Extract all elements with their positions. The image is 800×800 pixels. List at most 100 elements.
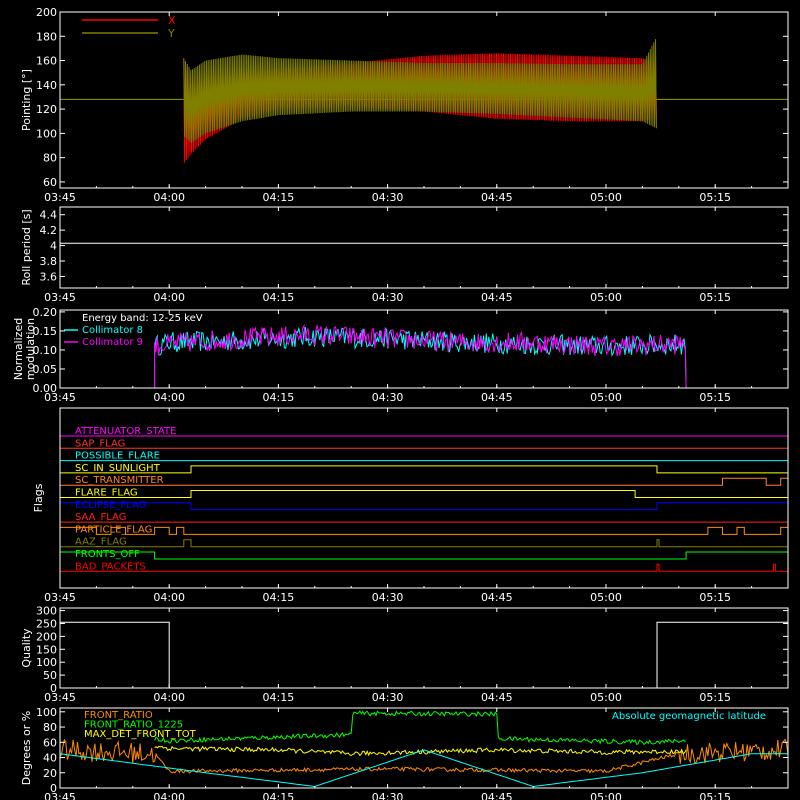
quality-ytick-label: 0 xyxy=(50,682,57,695)
pointing-series-y xyxy=(183,39,657,143)
roll-xtick-label: 05:00 xyxy=(590,291,622,304)
pointing-ytick-label: 140 xyxy=(36,79,57,92)
rates-ylabel: Degrees or % xyxy=(20,711,33,785)
rates-xtick-label: 03:45 xyxy=(44,791,76,800)
modulation-ylabel: Normalizedmodulation xyxy=(12,318,37,380)
flag-line-sc-in-sunlight xyxy=(60,465,788,474)
pointing-ytick-label: 80 xyxy=(43,152,57,165)
flag-label-attenuator-state: ATTENUATOR_STATE xyxy=(75,426,176,437)
pointing-ytick-label: 120 xyxy=(36,103,57,116)
flag-line-sc-transmitter xyxy=(60,477,789,486)
modulation-energy-band-label: Energy band: 12-25 keV xyxy=(82,313,203,324)
rates-xtick-label: 04:45 xyxy=(481,791,513,800)
roll-xtick-label: 05:15 xyxy=(699,291,731,304)
chart-stage: X Y 03:45 04:00 04:15 04:30 04:45 05:00 05:15 60 8… xyxy=(0,0,800,800)
flags-xtick-label: 03:45 xyxy=(44,591,76,604)
roll-xtick-label: 04:45 xyxy=(481,291,513,304)
pointing-ytick-label: 60 xyxy=(43,176,57,189)
flags-xtick-label: 04:15 xyxy=(263,591,295,604)
rates-ytick-label: 20 xyxy=(43,767,57,780)
pointing-ylabel: Pointing [°] xyxy=(20,69,33,131)
flag-label-sap-flag: SAP_FLAG xyxy=(75,438,125,449)
flag-label-aaz-flag: AAZ_FLAG xyxy=(75,537,127,548)
modulation-series-collimator-8 xyxy=(60,326,788,389)
modulation-xtick-label: 04:15 xyxy=(263,391,295,404)
flag-label-flare-flag: FLARE_FLAG xyxy=(75,488,138,499)
modulation-ytick-label: 0.20 xyxy=(33,306,58,319)
quality-ylabel: Quality xyxy=(20,628,33,668)
pointing-xtick-label: 05:15 xyxy=(699,191,731,204)
quality-xtick-label: 04:30 xyxy=(372,691,404,704)
flags-xtick-label: 04:30 xyxy=(372,591,404,604)
modulation-series-collimator-9 xyxy=(60,323,788,389)
quality-ytick-label: 150 xyxy=(36,643,57,656)
quality-xtick-label: 05:15 xyxy=(699,691,731,704)
modulation-legend-label-collimator-8: Collimator 8 xyxy=(82,325,143,336)
flag-line-particle-flag xyxy=(59,526,789,535)
flag-label-sc-transmitter: SC_TRANSMITTER xyxy=(75,475,164,486)
rates-xtick-label: 04:00 xyxy=(153,791,185,800)
quality-ytick-label: 50 xyxy=(43,669,57,682)
modulation-xtick-label: 04:45 xyxy=(481,391,513,404)
pointing-legend-label-y: Y xyxy=(167,27,175,40)
pointing-xtick-label: 04:45 xyxy=(481,191,513,204)
rates-ytick-label: 40 xyxy=(43,752,57,765)
rates-ytick-label: 0 xyxy=(50,782,57,795)
roll-xtick-label: 03:45 xyxy=(44,291,76,304)
pointing-ytick-label: 180 xyxy=(36,30,57,43)
quality-xtick-label: 04:00 xyxy=(153,691,185,704)
roll-xtick-label: 04:30 xyxy=(372,291,404,304)
roll-ytick-label: 4.2 xyxy=(40,224,58,237)
flag-line-aaz-flag xyxy=(60,539,788,548)
chart-svg: XY03:45 04:00 04:15 04:30 04:45 05:00 05:15608… xyxy=(12,6,789,800)
roll-frame xyxy=(59,206,789,289)
flags-xtick-label: 04:45 xyxy=(481,591,513,604)
rates-geomagnetic-annotation: Absolute geomagnetic latitude xyxy=(612,711,766,722)
flags-xtick-label: 04:00 xyxy=(153,591,185,604)
roll-ytick-label: 4.4 xyxy=(40,209,58,222)
quality-ytick-label: 100 xyxy=(36,656,57,669)
flags-xtick-label: 05:15 xyxy=(699,591,731,604)
quality-xtick-label: 05:00 xyxy=(590,691,622,704)
pointing-xtick-label: 04:00 xyxy=(153,191,185,204)
flag-line-fronts-off xyxy=(59,551,789,560)
modulation-ytick-label: 0.00 xyxy=(33,382,58,395)
flag-line-flare-flag xyxy=(60,490,788,498)
roll-xtick-label: 04:00 xyxy=(153,291,185,304)
rates-xtick-label: 04:15 xyxy=(263,791,295,800)
quality-ytick-label: 300 xyxy=(36,605,57,618)
rates-ytick-label: 60 xyxy=(43,736,57,749)
rates-ytick-label: 80 xyxy=(43,721,57,734)
flag-line-bad-packets xyxy=(60,563,788,572)
modulation-xtick-label: 05:00 xyxy=(590,391,622,404)
flag-label-possible-flare: POSSIBLE_FLARE xyxy=(75,451,160,462)
rates-xtick-label: 05:00 xyxy=(590,791,622,800)
flags-xtick-label: 05:00 xyxy=(590,591,622,604)
modulation-xtick-label: 04:00 xyxy=(153,391,185,404)
pointing-ytick-label: 200 xyxy=(36,6,57,19)
pointing-xtick-label: 04:15 xyxy=(263,191,295,204)
modulation-xtick-label: 05:15 xyxy=(699,391,731,404)
quality-xtick-label: 04:15 xyxy=(263,691,295,704)
quality-ytick-label: 200 xyxy=(36,630,57,643)
pointing-ytick-label: 100 xyxy=(36,127,57,140)
flag-label-sc-in-sunlight: SC_IN_SUNLIGHT xyxy=(75,463,161,474)
quality-xtick-label: 03:45 xyxy=(44,691,76,704)
quality-series-line xyxy=(60,621,788,689)
roll-ytick-label: 3.8 xyxy=(40,255,58,268)
rates-xtick-label: 05:15 xyxy=(699,791,731,800)
rates-series-front-ratio-1225 xyxy=(154,710,687,745)
flag-label-eclipse-flag: ECLIPSE_FLAG xyxy=(75,500,146,511)
flag-line-eclipse-flag xyxy=(59,502,789,511)
modulation-ylabel-line: modulation xyxy=(24,318,37,380)
modulation-legend-label-collimator-9: Collimator 9 xyxy=(82,337,143,348)
pointing-xtick-label: 05:00 xyxy=(590,191,622,204)
roll-ytick-label: 4 xyxy=(50,240,57,253)
quality-ytick-label: 250 xyxy=(36,617,57,630)
flag-label-fronts-off: FRONTS_OFF xyxy=(75,549,140,560)
pointing-xtick-label: 03:45 xyxy=(44,191,76,204)
flags-ylabel: Flags xyxy=(32,483,45,512)
rates-ytick-label: 100 xyxy=(36,706,57,719)
flag-label-saa-flag: SAA_FLAG xyxy=(75,512,126,523)
flag-label-bad-packets: BAD_PACKETS xyxy=(75,561,146,572)
